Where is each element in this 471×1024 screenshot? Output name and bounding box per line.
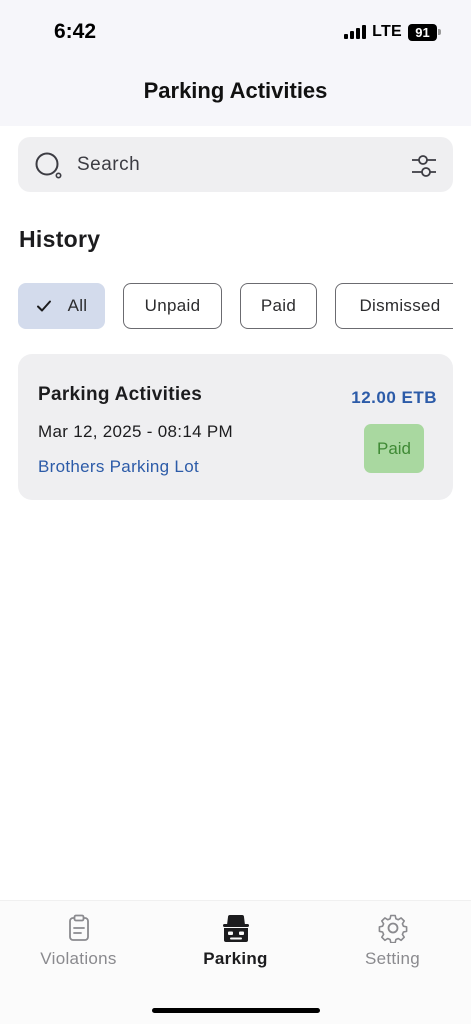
activity-title: Parking Activities	[38, 384, 203, 405]
search-bar[interactable]: Search	[18, 137, 453, 192]
filter-chip-dismissed[interactable]: Dismissed	[335, 283, 453, 329]
checkmark-icon	[36, 300, 51, 312]
activity-amount: 12.00 ETB	[351, 388, 437, 407]
search-input[interactable]: Search	[77, 154, 140, 176]
battery-level: 91	[408, 23, 437, 41]
signal-icon	[344, 25, 367, 39]
tab-parking[interactable]: Parking	[157, 913, 314, 979]
filter-chip-paid[interactable]: Paid	[240, 283, 317, 329]
history-title: History	[19, 226, 101, 252]
battery-icon: 91	[408, 23, 441, 41]
status-bar: 6:42 LTE 91	[0, 0, 471, 62]
car-icon	[222, 915, 249, 942]
filter-chip-all[interactable]: All	[18, 283, 105, 329]
activity-datetime: Mar 12, 2025 - 08:14 PM	[38, 422, 233, 441]
filter-chip-label: Unpaid	[144, 296, 201, 315]
filter-chip-unpaid[interactable]: Unpaid	[123, 283, 222, 329]
home-indicator	[152, 1008, 320, 1013]
tab-label: Violations	[40, 949, 117, 968]
tab-violations[interactable]: Violations	[0, 913, 157, 979]
clipboard-icon	[68, 914, 89, 941]
tab-setting[interactable]: Setting	[314, 913, 471, 979]
gear-icon	[378, 914, 407, 943]
status-indicators: LTE 91	[344, 22, 441, 42]
status-time: 6:42	[54, 20, 97, 43]
activity-card[interactable]: Parking Activities 12.00 ETB Mar 12, 202…	[18, 354, 453, 500]
filter-chips: All Unpaid Paid Dismissed	[18, 283, 453, 329]
tab-bar: Violations Parking Setting	[0, 900, 471, 1024]
filter-chip-label: Paid	[260, 296, 297, 315]
top-area: 6:42 LTE 91 Parking Activities	[0, 0, 471, 126]
network-type: LTE	[372, 23, 402, 40]
status-badge: Paid	[364, 424, 424, 473]
filter-chip-label: Dismissed	[359, 296, 441, 315]
tab-label: Setting	[364, 949, 421, 968]
filter-icon[interactable]	[409, 151, 439, 181]
page-title: Parking Activities	[143, 78, 328, 103]
activity-location: Brothers Parking Lot	[38, 457, 199, 476]
search-icon	[35, 152, 62, 179]
tab-label: Parking	[203, 949, 268, 968]
filter-chip-label: All	[67, 296, 88, 315]
